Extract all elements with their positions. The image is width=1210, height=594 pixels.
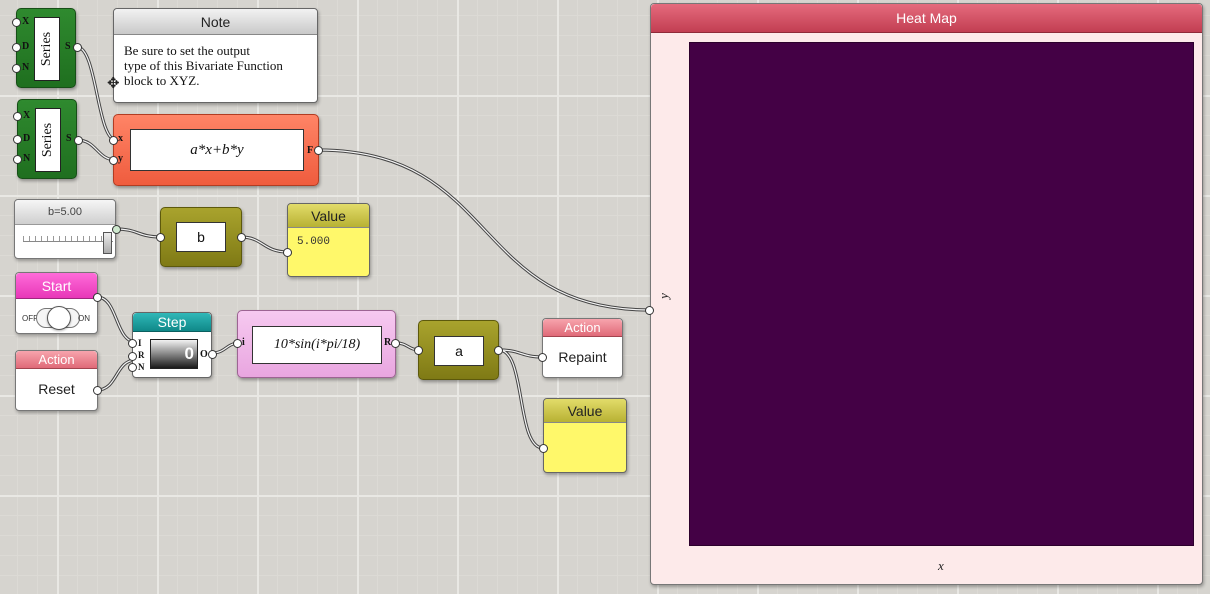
step-block[interactable]: Step I R N 0 O — [128, 312, 217, 378]
function-port-y[interactable] — [109, 156, 118, 165]
function-port-x[interactable] — [109, 136, 118, 145]
slider-b[interactable]: b=5.00 — [14, 199, 121, 259]
note-body: Be sure to set the output type of this B… — [114, 35, 317, 96]
series-bottom-inner: Series — [35, 108, 61, 172]
step-label-o: O — [200, 349, 208, 360]
series-bottom-port-x[interactable] — [13, 112, 22, 121]
toggle-knob[interactable] — [47, 306, 71, 330]
heat-map-y-label: y — [655, 293, 671, 299]
series-top-title: Series — [39, 31, 54, 67]
function-label-x: x — [118, 133, 123, 144]
heat-map-title: Heat Map — [651, 4, 1202, 33]
slider-label: b=5.00 — [15, 200, 115, 225]
step-title: Step — [133, 313, 211, 332]
step-port-n[interactable] — [128, 363, 137, 372]
series-block-top[interactable]: X D N Series S — [12, 8, 82, 88]
step-label-r: R — [138, 350, 145, 360]
variable-a-block[interactable]: a — [414, 320, 503, 380]
repaint-title: Action — [543, 319, 622, 337]
heat-map-plot — [689, 42, 1194, 546]
repaint-port-in[interactable] — [538, 353, 547, 362]
start-title: Start — [16, 273, 97, 299]
action-reset-block[interactable]: Action Reset — [15, 350, 102, 411]
step-port-r[interactable] — [128, 352, 137, 361]
step-label-i: I — [138, 338, 142, 348]
variable-b-label: b — [176, 222, 226, 252]
sin-port-r[interactable] — [391, 339, 400, 348]
bivariate-function-block[interactable]: x y a*x+b*y F — [109, 114, 323, 186]
series-bottom-port-d[interactable] — [13, 135, 22, 144]
series-top-port-x[interactable] — [12, 18, 21, 27]
variable-b-port-out[interactable] — [237, 233, 246, 242]
variable-b-block[interactable]: b — [156, 207, 246, 267]
series-top-label-d: D — [22, 41, 30, 52]
value-display-a[interactable]: Value — [539, 398, 627, 473]
series-block-bottom[interactable]: X D N Series S — [13, 99, 83, 179]
variable-a-port-out[interactable] — [494, 346, 503, 355]
series-bottom-label-s: S — [66, 133, 72, 144]
function-expression[interactable]: a*x+b*y — [130, 129, 304, 171]
sin-function-block[interactable]: i 10*sin(i*pi/18) R — [233, 310, 400, 378]
variable-b-port-in[interactable] — [156, 233, 165, 242]
function-label-y: y — [118, 153, 123, 164]
series-top-label-n: N — [22, 62, 30, 73]
note-block[interactable]: Note Be sure to set the output type of t… — [113, 8, 318, 103]
start-on-label: ON — [78, 314, 90, 323]
series-top-port-d[interactable] — [12, 43, 21, 52]
series-top-port-s[interactable] — [73, 43, 82, 52]
series-bottom-label-n: N — [23, 153, 31, 164]
note-line-3: block to XYZ. — [124, 73, 200, 88]
value-a-text — [544, 423, 626, 439]
reset-button[interactable]: Reset — [16, 381, 97, 397]
function-port-f[interactable] — [314, 146, 323, 155]
slider-port-out[interactable] — [112, 225, 121, 234]
slider-track[interactable] — [23, 241, 113, 242]
value-display-b[interactable]: Value 5.000 — [283, 203, 370, 277]
start-port-out[interactable] — [93, 293, 102, 302]
reset-port-out[interactable] — [93, 386, 102, 395]
series-bottom-port-s[interactable] — [74, 136, 83, 145]
step-port-i[interactable] — [128, 339, 137, 348]
series-top-inner: Series — [34, 17, 60, 81]
series-top-port-n[interactable] — [12, 64, 21, 73]
step-label-n: N — [138, 362, 145, 372]
heat-map-x-label: x — [938, 558, 944, 573]
variable-a-port-in[interactable] — [414, 346, 423, 355]
series-bottom-title: Series — [40, 122, 55, 158]
note-line-1: Be sure to set the output — [124, 43, 251, 58]
repaint-button[interactable]: Repaint — [543, 349, 622, 365]
move-cursor-icon: ✥ — [107, 75, 120, 92]
function-label-f: F — [307, 145, 314, 156]
reset-title: Action — [16, 351, 97, 369]
series-bottom-port-n[interactable] — [13, 155, 22, 164]
step-counter-display: 0 — [150, 339, 198, 369]
series-bottom-label-d: D — [23, 133, 31, 144]
slider-thumb[interactable] — [103, 232, 112, 254]
value-b-title: Value — [288, 204, 369, 228]
start-toggle-block[interactable]: Start OFF ON — [15, 272, 102, 334]
series-bottom-label-x: X — [23, 110, 31, 121]
series-top-label-x: X — [22, 16, 30, 27]
sin-port-i[interactable] — [233, 339, 242, 348]
note-line-2: type of this Bivariate Function — [124, 58, 283, 73]
variable-a-label: a — [434, 336, 484, 366]
series-top-label-s: S — [65, 41, 71, 52]
action-repaint-block[interactable]: Action Repaint — [538, 318, 623, 378]
heat-map-block[interactable]: Heat Map y x — [645, 3, 1203, 585]
sin-label-i: i — [242, 337, 245, 348]
value-b-port-in[interactable] — [283, 248, 292, 257]
step-port-o[interactable] — [208, 350, 217, 359]
value-a-port-in[interactable] — [539, 444, 548, 453]
value-b-text: 5.000 — [297, 236, 331, 248]
heat-map-port-in[interactable] — [645, 306, 654, 315]
value-a-title: Value — [544, 399, 626, 423]
note-title: Note — [114, 9, 317, 35]
sin-expression[interactable]: 10*sin(i*pi/18) — [252, 326, 382, 364]
start-toggle-switch[interactable] — [36, 306, 80, 330]
